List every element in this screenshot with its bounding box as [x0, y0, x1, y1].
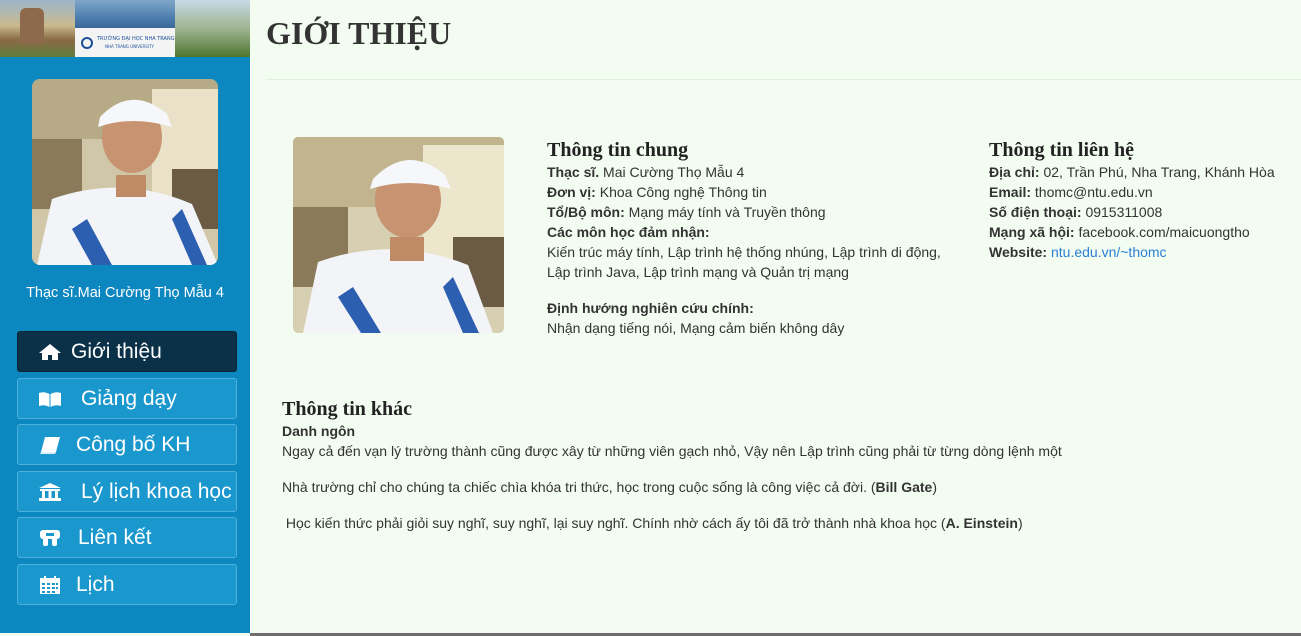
profile-photo: [293, 137, 504, 333]
nav-label: Giới thiệu: [71, 340, 162, 363]
quote-1: Ngay cả đến vạn lý trường thành cũng đượ…: [282, 443, 1062, 459]
department-row: Tổ/Bộ môn: Mạng máy tính và Truyền thông: [547, 204, 826, 220]
nav-cong-bo-kh[interactable]: Công bố KH: [17, 424, 237, 465]
university-banner[interactable]: TRƯỜNG ĐẠI HỌC NHA TRANG NHA TRANG UNIVE…: [0, 0, 250, 57]
email-row: Email: thomc@ntu.edu.vn: [989, 184, 1153, 200]
banner-campus-photo: [175, 0, 250, 57]
title-divider: [266, 79, 1301, 80]
courses-label: Các môn học đảm nhận:: [547, 224, 710, 240]
quote-3: Học kiến thức phải giỏi suy nghĩ, suy ng…: [282, 515, 1023, 531]
research-label: Định hướng nghiên cứu chính:: [547, 300, 754, 316]
sidebar: TRƯỜNG ĐẠI HỌC NHA TRANG NHA TRANG UNIVE…: [0, 0, 250, 633]
social-row: Mạng xã hội: facebook.com/maicuongtho: [989, 224, 1250, 240]
unit-row: Đơn vị: Khoa Công nghệ Thông tin: [547, 184, 767, 200]
home-icon: [39, 344, 61, 360]
university-logo-icon: [81, 37, 93, 49]
website-row: Website: ntu.edu.vn/~thomc: [989, 244, 1167, 260]
institution-icon: [39, 483, 61, 501]
nav-label: Lịch: [76, 573, 115, 596]
banner-logo-panel: TRƯỜNG ĐẠI HỌC NHA TRANG NHA TRANG UNIVE…: [75, 0, 175, 57]
nav-lien-ket[interactable]: Liên kết: [17, 517, 237, 558]
courses-line-1: Kiến trúc máy tính, Lập trình hệ thống n…: [547, 244, 941, 260]
website-link[interactable]: ntu.edu.vn/~thomc: [1051, 244, 1167, 260]
nav-label: Giảng dạy: [81, 387, 177, 410]
book-open-icon: [39, 392, 61, 407]
nav-lich[interactable]: Lịch: [17, 564, 237, 605]
page-title: GIỚI THIỆU: [266, 15, 452, 51]
nav-label: Công bố KH: [76, 433, 191, 456]
nav-giang-day[interactable]: Giảng dạy: [17, 378, 237, 419]
sidebar-avatar: [32, 79, 218, 265]
banner-tower-photo: [0, 0, 75, 57]
phone-row: Số điện thoại: 0915311008: [989, 204, 1163, 220]
research-value: Nhận dạng tiếng nói, Mạng cảm biến không…: [547, 320, 845, 336]
quotes-label: Danh ngôn: [282, 423, 356, 439]
calendar-icon: [40, 576, 60, 594]
nav-ly-lich-khoa-hoc[interactable]: Lý lịch khoa học: [17, 471, 237, 512]
nav-label: Liên kết: [78, 526, 152, 549]
banner-university-name-en: NHA TRANG UNIVERSITY: [105, 44, 154, 49]
banner-university-name: TRƯỜNG ĐẠI HỌC NHA TRANG: [97, 36, 175, 42]
general-info-heading: Thông tin chung: [547, 139, 689, 161]
quote-2: Nhà trường chỉ cho chúng ta chiếc chìa k…: [282, 479, 937, 495]
address-row: Địa chỉ: 02, Trần Phú, Nha Trang, Khánh …: [989, 164, 1275, 180]
degree-row: Thạc sĩ. Mai Cường Thọ Mẫu 4: [547, 164, 745, 180]
nav-label: Lý lịch khoa học: [81, 480, 232, 503]
courses-line-2: Lập trình Java, Lập trình mạng và Quản t…: [547, 264, 849, 280]
book-icon: [40, 437, 60, 454]
link-group-icon: [40, 530, 60, 546]
nav-gioi-thieu[interactable]: Giới thiệu: [17, 331, 237, 372]
sidebar-user-name: Thạc sĩ.Mai Cường Thọ Mẫu 4: [26, 285, 224, 301]
contact-info-heading: Thông tin liên hệ: [989, 139, 1135, 161]
other-info-heading: Thông tin khác: [282, 398, 413, 420]
